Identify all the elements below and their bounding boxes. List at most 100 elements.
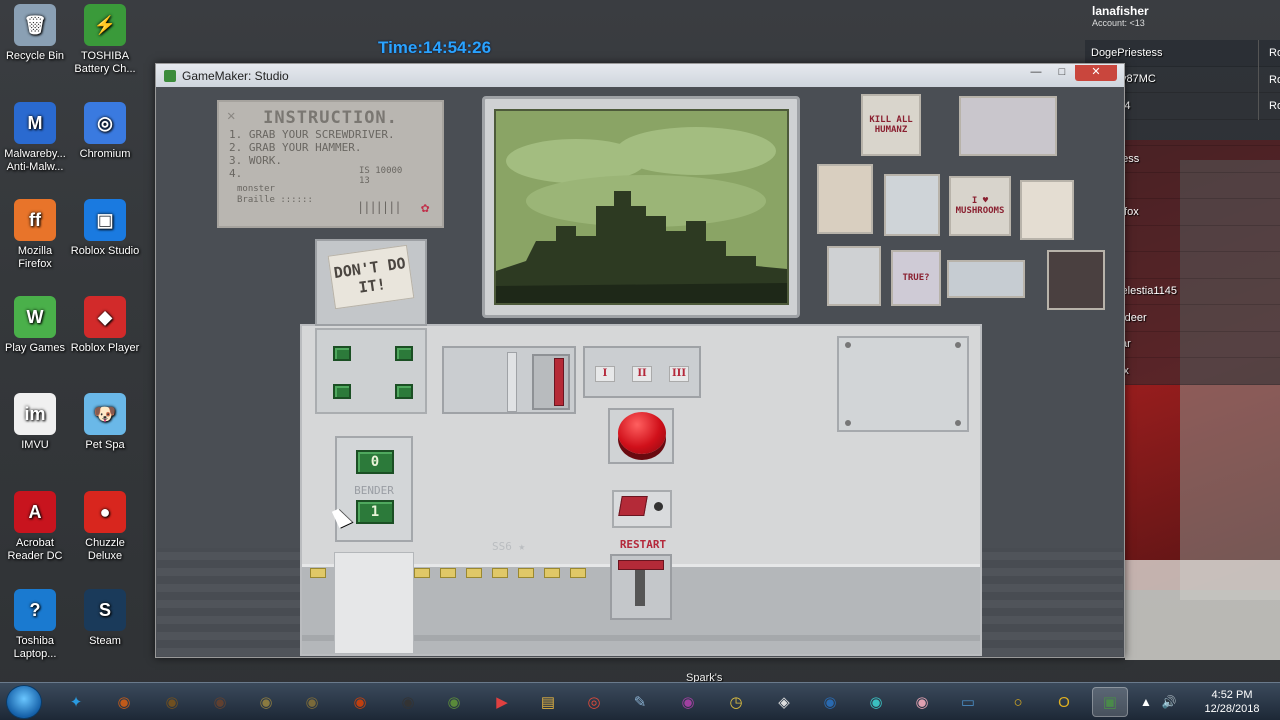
- desktop-icon[interactable]: 🐶 Pet Spa: [70, 393, 140, 452]
- green-button[interactable]: [395, 384, 413, 399]
- roman-buttons-box: I II III: [583, 346, 701, 398]
- desktop-icon[interactable]: 🗑 Recycle Bin: [0, 4, 70, 63]
- screw-icon: [845, 342, 851, 348]
- app-icon: ff: [14, 199, 56, 241]
- desktop-icon-label: Chuzzle Deluxe: [85, 537, 125, 562]
- taskbar-app4-icon[interactable]: ◉: [248, 687, 284, 717]
- desktop-icon[interactable]: im IMVU: [0, 393, 70, 452]
- desktop-icon-label: Malwareby... Anti-Malw...: [4, 148, 66, 173]
- gamemaker-window[interactable]: GameMaker: Studio — □ ✕ ✕ INSTRUCTION. 1…: [155, 63, 1125, 658]
- desktop-icon[interactable]: ◆ Roblox Player: [70, 296, 140, 355]
- roman-button-2[interactable]: II: [632, 366, 652, 382]
- minimize-button[interactable]: —: [1023, 65, 1049, 81]
- app-icon: im: [14, 393, 56, 435]
- taskbar-gamemaker-icon[interactable]: ▣: [1092, 687, 1128, 717]
- desktop-icon[interactable]: ? Toshiba Laptop...: [0, 589, 70, 661]
- taskbar-ring2-icon[interactable]: O: [1046, 687, 1082, 717]
- taskbar-app8-icon[interactable]: ◉: [436, 687, 472, 717]
- player-list-right-item: Ro: [1258, 93, 1280, 120]
- plunger[interactable]: [610, 554, 672, 620]
- poster: KILL ALL HUMANZ: [861, 94, 921, 156]
- restart-switch[interactable]: [618, 496, 648, 516]
- desktop-icon[interactable]: ◎ Chromium: [70, 102, 140, 161]
- green-button[interactable]: [333, 346, 351, 361]
- window-titlebar[interactable]: GameMaker: Studio — □ ✕: [156, 64, 1124, 87]
- app-icon: ▣: [84, 199, 126, 241]
- app-icon: 🐶: [84, 393, 126, 435]
- volume-icon[interactable]: 🔊: [1162, 695, 1177, 709]
- maximize-button[interactable]: □: [1049, 65, 1075, 81]
- taskbar-app12-icon[interactable]: ◉: [812, 687, 848, 717]
- taskbar-app10-icon[interactable]: ◉: [670, 687, 706, 717]
- poster: [1047, 250, 1105, 310]
- screw-icon: [955, 420, 961, 426]
- account-name: lanafisher: [1092, 4, 1149, 18]
- taskbar-app11-icon[interactable]: ◷: [718, 687, 754, 717]
- game-canvas[interactable]: ✕ INSTRUCTION. 1. GRAB YOUR SCREWDRIVER.…: [157, 88, 1123, 656]
- app-icon: ◎: [84, 102, 126, 144]
- account-info: lanafisher Account: <13: [1092, 4, 1149, 28]
- taskbar-paint-icon[interactable]: ✎: [622, 687, 658, 717]
- symbol-icon: ✿: [421, 200, 430, 216]
- poster: [1020, 180, 1074, 240]
- desktop-icon[interactable]: ff Mozilla Firefox: [0, 199, 70, 271]
- roblox-floor: [1125, 560, 1280, 660]
- poster: [959, 96, 1057, 156]
- taskbar-app3-icon[interactable]: ◉: [202, 687, 238, 717]
- slider-handle[interactable]: [507, 352, 517, 412]
- bender-label: BENDER: [354, 484, 394, 497]
- bender-button-0[interactable]: 0: [356, 450, 394, 474]
- taskbar-app13-icon[interactable]: ◉: [904, 687, 940, 717]
- tray-arrow-icon[interactable]: ▲: [1140, 695, 1152, 709]
- green-button[interactable]: [333, 384, 351, 399]
- yellow-light: [570, 568, 586, 578]
- slider-box: [442, 346, 576, 414]
- slider-knob[interactable]: [532, 354, 570, 410]
- taskbar-app2-icon[interactable]: ◉: [154, 687, 190, 717]
- start-button[interactable]: [6, 685, 42, 719]
- roman-button-1[interactable]: I: [595, 366, 615, 382]
- taskbar-app9-icon[interactable]: ▶: [484, 687, 520, 717]
- big-red-button[interactable]: [618, 412, 666, 454]
- desktop-icon[interactable]: M Malwareby... Anti-Malw...: [0, 102, 70, 174]
- bender-box: 0 BENDER 1: [335, 436, 413, 542]
- taskbar-miku-icon[interactable]: ◉: [858, 687, 894, 717]
- close-button[interactable]: ✕: [1075, 65, 1117, 81]
- clock[interactable]: 4:52 PM 12/28/2018: [1192, 688, 1272, 716]
- green-button[interactable]: [395, 346, 413, 361]
- desktop-icon[interactable]: ⚡ TOSHIBA Battery Ch...: [70, 4, 140, 76]
- taskbar-app5-icon[interactable]: ◉: [294, 687, 330, 717]
- monitor: [482, 96, 800, 318]
- desktop-icon-label: Play Games: [5, 342, 65, 354]
- desktop-icon[interactable]: W Play Games: [0, 296, 70, 355]
- taskbar-app1-icon[interactable]: ◉: [106, 687, 142, 717]
- app-icon: M: [14, 102, 56, 144]
- taskbar: ✦ ◉ ◉ ◉ ◉ ◉ ◉ ◉ ◉ ▶ ▤ ◎ ✎ ◉ ◷ ◈ ◉ ◉ ◉ ▭ ○ O ▣ ▲ 🔊 4:52 PM 12/2…: [0, 682, 1280, 720]
- player-list-right-item: Ro: [1258, 66, 1280, 93]
- yellow-light: [310, 568, 326, 578]
- desktop-icon-label: Chromium: [79, 148, 131, 160]
- taskbar-ie-icon[interactable]: ✦: [58, 687, 94, 717]
- app-icon: S: [84, 589, 126, 631]
- app-icon: W: [14, 296, 56, 338]
- clock-date: 12/28/2018: [1204, 703, 1260, 715]
- dont-do-it-note: DON'T DO IT!: [327, 244, 415, 310]
- taskbar-ring1-icon[interactable]: ○: [1000, 687, 1036, 717]
- roman-button-3[interactable]: III: [669, 366, 689, 382]
- taskbar-app6-icon[interactable]: ◉: [342, 687, 378, 717]
- window-title: GameMaker: Studio: [182, 68, 289, 83]
- instruction-line: 2. GRAB YOUR HAMMER.: [229, 141, 362, 154]
- bender-button-1[interactable]: 1: [356, 500, 394, 524]
- taskbar-chrome-icon[interactable]: ◎: [576, 687, 612, 717]
- desktop-icon[interactable]: A Acrobat Reader DC: [0, 491, 70, 563]
- desktop-icon[interactable]: ▣ Roblox Studio: [70, 199, 140, 258]
- desktop-icon[interactable]: ● Chuzzle Deluxe: [70, 491, 140, 563]
- taskbar-unity-icon[interactable]: ◈: [766, 687, 802, 717]
- taskbar-explorer-icon[interactable]: ▤: [530, 687, 566, 717]
- desktop-icon[interactable]: S Steam: [70, 589, 140, 648]
- plunger-handle[interactable]: [618, 560, 664, 570]
- poster: TRUE?: [891, 250, 941, 306]
- taskbar-app14-icon[interactable]: ▭: [950, 687, 986, 717]
- taskbar-app7-icon[interactable]: ◉: [390, 687, 426, 717]
- warning-box: DON'T DO IT!: [315, 239, 427, 326]
